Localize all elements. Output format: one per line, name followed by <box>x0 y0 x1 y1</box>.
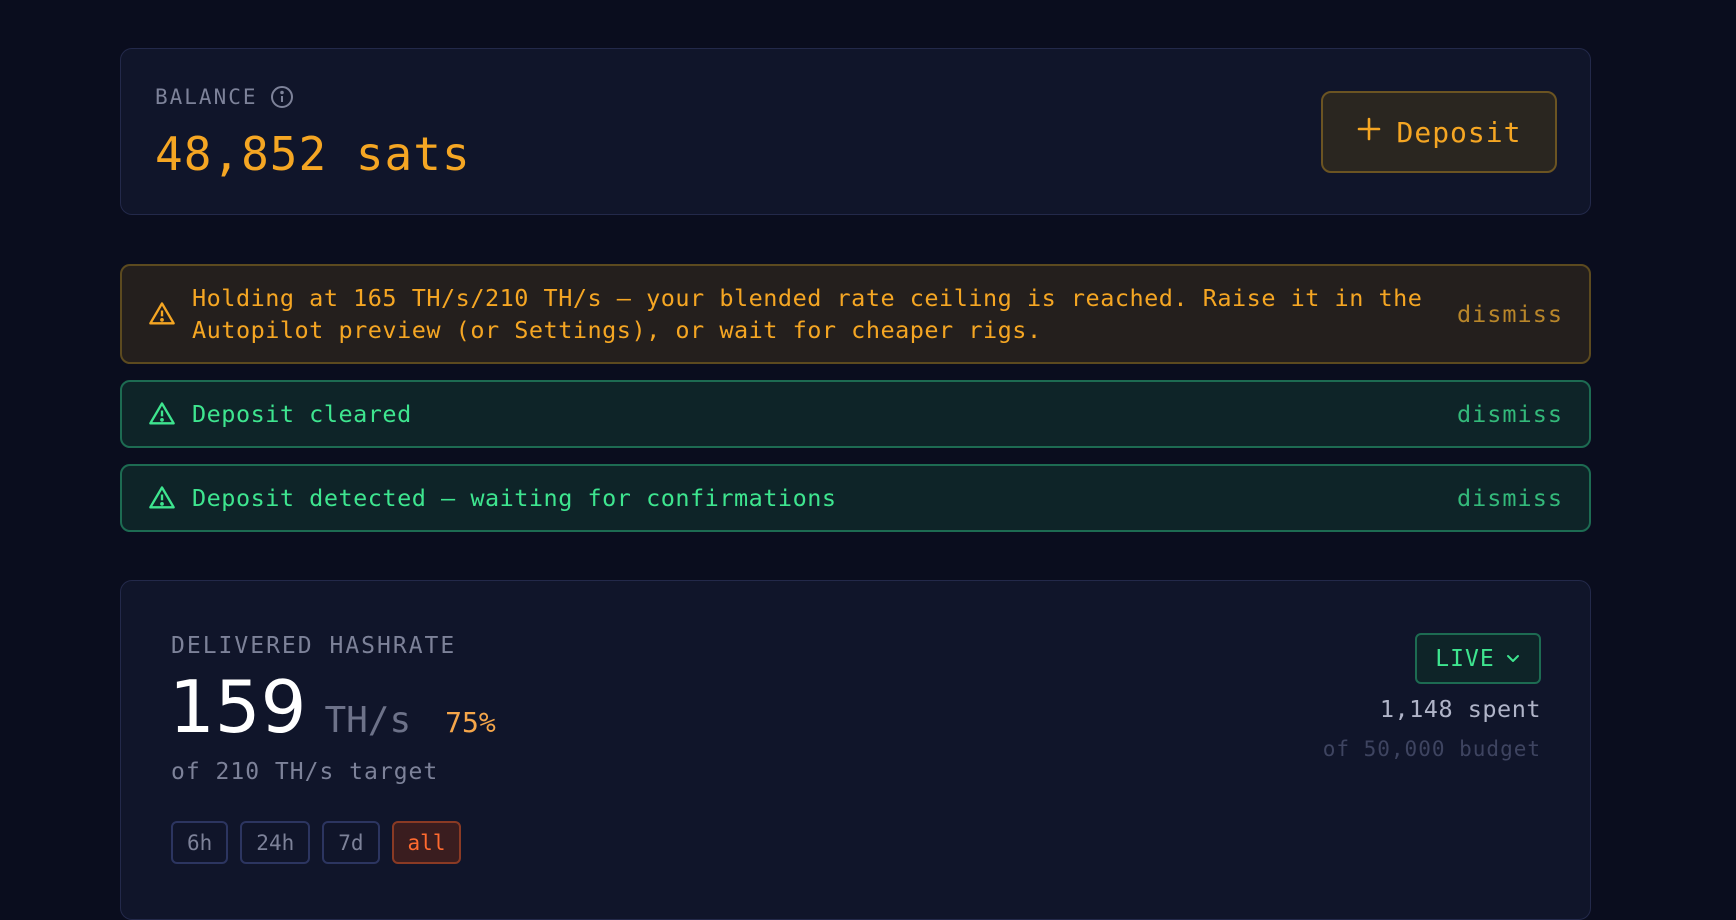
dismiss-button[interactable]: dismiss <box>1457 300 1563 328</box>
chevron-down-icon <box>1505 646 1521 672</box>
balance-value: 48,852 sats <box>155 127 471 181</box>
deposit-button-label: Deposit <box>1396 115 1522 149</box>
alert-text: Deposit detected — waiting for confirmat… <box>192 484 837 512</box>
alert-rate-ceiling: Holding at 165 TH/s/210 TH/s — your blen… <box>120 264 1591 364</box>
hashrate-label: DELIVERED HASHRATE <box>171 633 457 659</box>
balance-header: BALANCE <box>155 85 294 109</box>
hashrate-value: 159 <box>169 665 307 749</box>
hashrate-card: DELIVERED HASHRATE 159 TH/s 75% of 210 T… <box>120 580 1591 920</box>
hashrate-target: of 210 TH/s target <box>171 759 439 785</box>
spent-amount: 1,148 spent <box>1379 695 1541 723</box>
range-all-button[interactable]: all <box>391 821 462 864</box>
balance-card: BALANCE 48,852 sats Deposit <box>120 48 1591 215</box>
warning-triangle-icon <box>148 300 176 328</box>
dismiss-button[interactable]: dismiss <box>1457 400 1563 428</box>
warning-triangle-icon <box>148 400 176 428</box>
range-selector: 6h 24h 7d all <box>171 821 462 864</box>
hashrate-readout: 159 TH/s 75% <box>169 671 496 743</box>
alert-text: Holding at 165 TH/s/210 TH/s — your blen… <box>192 284 1423 344</box>
balance-label: BALANCE <box>155 85 258 109</box>
range-6h-button[interactable]: 6h <box>171 821 229 864</box>
alert-deposit-detected: Deposit detected — waiting for confirmat… <box>120 464 1591 532</box>
budget-total: of 50,000 budget <box>1322 737 1541 761</box>
dismiss-button[interactable]: dismiss <box>1457 484 1563 512</box>
alert-deposit-cleared: Deposit cleared dismiss <box>120 380 1591 448</box>
live-mode-dropdown[interactable]: LIVE <box>1415 633 1541 684</box>
hashrate-unit: TH/s <box>324 700 412 741</box>
info-icon[interactable] <box>270 85 294 109</box>
hashrate-percent: 75% <box>445 706 496 739</box>
deposit-button[interactable]: Deposit <box>1321 91 1557 173</box>
live-mode-label: LIVE <box>1435 645 1495 672</box>
alert-text: Deposit cleared <box>192 400 412 428</box>
warning-triangle-icon <box>148 484 176 512</box>
range-24h-button[interactable]: 24h <box>240 821 311 864</box>
range-7d-button[interactable]: 7d <box>322 821 380 864</box>
plus-icon <box>1356 116 1382 149</box>
